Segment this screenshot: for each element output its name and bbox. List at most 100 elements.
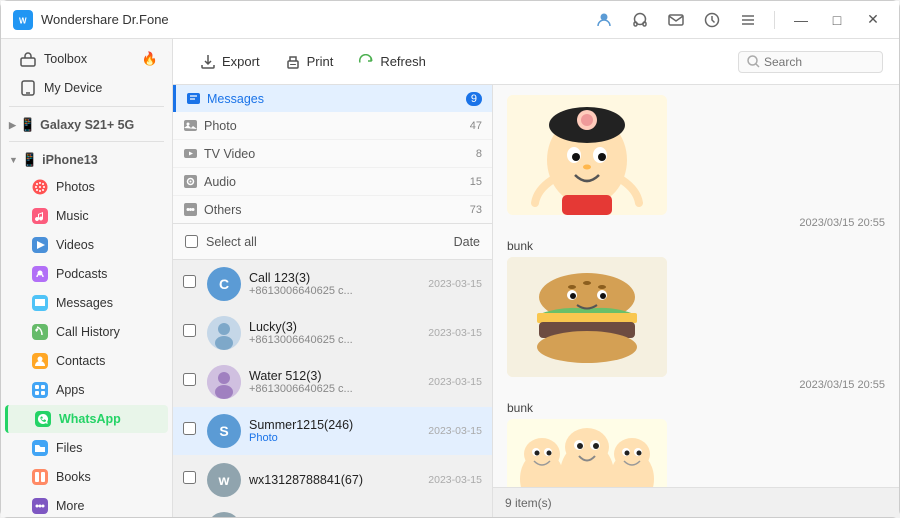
select-all-label: Select all [206, 235, 257, 249]
tab-others[interactable]: Others 73 [173, 196, 492, 224]
list-item[interactable]: +44 +44 7934 457178(16) 2023-03-13 [173, 505, 492, 517]
headset-icon[interactable] [626, 6, 654, 34]
sidebar-item-toolbox[interactable]: Toolbox 🔥 [5, 45, 168, 73]
sidebar-item-contacts[interactable]: Contacts [5, 347, 168, 375]
clock-icon[interactable] [698, 6, 726, 34]
files-icon [31, 439, 49, 457]
sidebar-item-messages[interactable]: Messages [5, 289, 168, 317]
tab-photo[interactable]: Photo 47 [173, 112, 492, 140]
split-panel: Messages 9 Photo 47 TV Video 8 [173, 85, 899, 517]
list-item[interactable]: Water 512(3) +8613006640625 c... 2023-03… [173, 358, 492, 407]
message-list-body: C Call 123(3) +8613006640625 c... 2023-0… [173, 260, 492, 517]
tab-messages[interactable]: Messages 9 [173, 85, 492, 112]
call-history-label: Call History [56, 325, 158, 339]
media-item-1: 2023/03/15 20:55 [507, 95, 885, 229]
row-checkbox[interactable] [183, 275, 199, 293]
msg-date: 2023-03-15 [428, 278, 482, 290]
date-column-label: Date [454, 235, 480, 249]
audio-tab-label: Audio [204, 175, 236, 189]
msg-name: Lucky(3) [249, 320, 420, 334]
others-tab-count: 73 [470, 204, 482, 216]
msg-name: Summer1215(246) [249, 418, 420, 432]
tv-video-tab-label: TV Video [204, 147, 255, 161]
msg-name: Call 123(3) [249, 271, 420, 285]
title-bar: W Wondershare Dr.Fone — □ ✕ [1, 1, 899, 39]
search-input[interactable] [764, 55, 874, 69]
music-icon [31, 207, 49, 225]
contacts-label: Contacts [56, 354, 158, 368]
msg-info: Summer1215(246) Photo [249, 418, 420, 444]
sidebar-item-apps[interactable]: Apps [5, 376, 168, 404]
row-checkbox[interactable] [183, 471, 199, 489]
toolbar: Export Print Refresh [173, 39, 899, 85]
my-device-icon [19, 79, 37, 97]
sidebar-item-music[interactable]: Music [5, 202, 168, 230]
row-checkbox[interactable] [183, 324, 199, 342]
photo-tab-count: 47 [470, 120, 482, 132]
refresh-button[interactable]: Refresh [347, 48, 436, 76]
export-icon [199, 53, 217, 71]
chevron-icon: ▶ [9, 120, 16, 131]
msg-info: Lucky(3) +8613006640625 c... [249, 320, 420, 346]
more-label: More [56, 499, 158, 513]
search-box[interactable] [738, 51, 883, 73]
audio-tab-count: 15 [470, 176, 482, 188]
avatar [207, 316, 241, 350]
avatar [207, 365, 241, 399]
list-item[interactable]: w wx13128788841(67) 2023-03-15 [173, 456, 492, 505]
sidebar-item-files[interactable]: Files [5, 434, 168, 462]
media-footer: 9 item(s) [493, 487, 899, 517]
list-item[interactable]: C Call 123(3) +8613006640625 c... 2023-0… [173, 260, 492, 309]
msg-name: Water 512(3) [249, 369, 420, 383]
avatar: w [207, 463, 241, 497]
sidebar-item-more[interactable]: More [5, 492, 168, 517]
content-area: Export Print Refresh [173, 39, 899, 517]
tab-audio[interactable]: Audio 15 [173, 168, 492, 196]
close-btn[interactable]: ✕ [859, 6, 887, 34]
search-icon [747, 55, 760, 68]
menu-icon[interactable] [734, 6, 762, 34]
refresh-label: Refresh [380, 54, 426, 69]
call-history-icon [31, 323, 49, 341]
media-timestamp-1: 2023/03/15 20:55 [507, 217, 885, 229]
minimize-btn[interactable]: — [787, 6, 815, 34]
mail-icon[interactable] [662, 6, 690, 34]
whatsapp-label: WhatsApp [59, 412, 158, 426]
print-button[interactable]: Print [274, 48, 344, 76]
select-all-checkbox[interactable] [185, 235, 198, 248]
msg-info: wx13128788841(67) [249, 473, 420, 487]
media-timestamp-2: 2023/03/15 20:55 [507, 379, 885, 391]
msg-date: 2023-03-15 [428, 376, 482, 388]
audio-tab-icon [183, 174, 198, 189]
photo-tab-label: Photo [204, 119, 237, 133]
podcasts-label: Podcasts [56, 267, 158, 281]
cartoon-image-3 [507, 419, 667, 487]
more-icon [31, 497, 49, 515]
list-item[interactable]: S Summer1215(246) Photo 2023-03-15 [173, 407, 492, 456]
profile-icon[interactable] [590, 6, 618, 34]
maximize-btn[interactable]: □ [823, 6, 851, 34]
export-button[interactable]: Export [189, 48, 270, 76]
media-label-3: bunk [507, 401, 885, 415]
row-checkbox[interactable] [183, 422, 199, 440]
sidebar-item-books[interactable]: Books [5, 463, 168, 491]
sidebar-item-photos[interactable]: Photos [5, 173, 168, 201]
msg-sub: Photo [249, 432, 420, 444]
sidebar-item-whatsapp[interactable]: WhatsApp [5, 405, 168, 433]
messages-tab-icon [186, 91, 201, 106]
sidebar-item-videos[interactable]: Videos [5, 231, 168, 259]
row-checkbox[interactable] [183, 373, 199, 391]
msg-sub: +8613006640625 c... [249, 383, 420, 395]
main-container: Toolbox 🔥 My Device ▶ 📱 Galaxy S21+ 5G ▼… [1, 39, 899, 517]
print-icon [284, 53, 302, 71]
galaxy-group-header[interactable]: ▶ 📱 Galaxy S21+ 5G [1, 111, 172, 137]
messages-tab-count: 9 [466, 92, 482, 106]
sidebar-item-call-history[interactable]: Call History [5, 318, 168, 346]
iphone13-group-header[interactable]: ▼ 📱 iPhone13 [1, 146, 172, 172]
photos-label: Photos [56, 180, 158, 194]
divider-2 [9, 141, 164, 142]
list-item[interactable]: Lucky(3) +8613006640625 c... 2023-03-15 [173, 309, 492, 358]
tab-tv-video[interactable]: TV Video 8 [173, 140, 492, 168]
sidebar-item-my-device[interactable]: My Device [5, 74, 168, 102]
sidebar-item-podcasts[interactable]: Podcasts [5, 260, 168, 288]
